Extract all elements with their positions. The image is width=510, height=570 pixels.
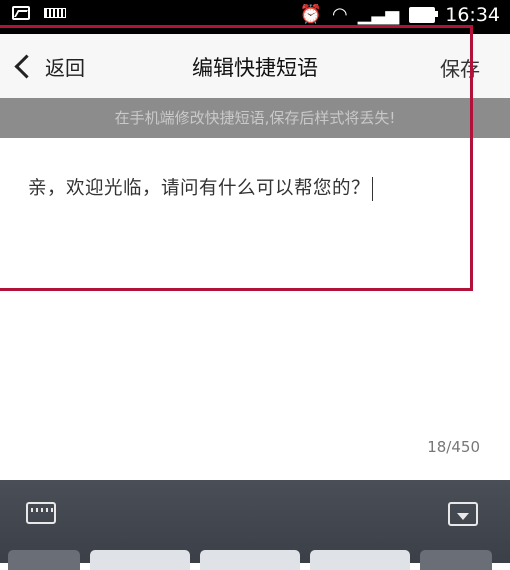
save-button[interactable]: 保存 [440, 53, 480, 82]
keyboard-key[interactable] [90, 550, 190, 570]
keyboard-key[interactable] [200, 550, 300, 570]
char-counter: 18/450 [427, 438, 480, 456]
status-left-icons [12, 6, 66, 20]
title-bar: 返回 编辑快捷短语 保存 [0, 34, 510, 99]
phrase-text-field[interactable]: 亲，欢迎光临，请问有什么可以帮您的？ [28, 174, 374, 201]
phrase-text: 亲，欢迎光临，请问有什么可以帮您的？ [28, 178, 371, 199]
notice-banner: 在手机端修改快捷短语,保存后样式将丢失! [0, 98, 510, 138]
image-icon [12, 6, 30, 20]
keyboard-key[interactable] [420, 550, 492, 570]
status-bar: ⏰ ◠ ▁▃▅ 16:34 [0, 0, 510, 34]
battery-icon [409, 7, 439, 23]
status-right-icons: ⏰ ◠ ▁▃▅ 16:34 [300, 4, 500, 26]
signal-icon: ▁▃▅ [357, 4, 400, 25]
status-time: 16:34 [445, 4, 500, 26]
keyboard-key[interactable] [8, 550, 80, 570]
phrase-editor[interactable]: 亲，欢迎光临，请问有什么可以帮您的？ 18/450 [0, 138, 510, 468]
hide-keyboard-icon[interactable] [448, 502, 478, 526]
page-title: 编辑快捷短语 [192, 56, 318, 80]
keyboard-icon [44, 8, 66, 18]
keyboard-key[interactable] [310, 550, 410, 570]
alarm-icon: ⏰ [299, 4, 322, 25]
text-caret [372, 177, 374, 201]
wifi-icon: ◠ [331, 4, 348, 25]
keyboard-toolbar [0, 480, 510, 570]
keyboard-keys-row [8, 550, 492, 570]
keyboard-toggle-icon[interactable] [26, 502, 56, 524]
